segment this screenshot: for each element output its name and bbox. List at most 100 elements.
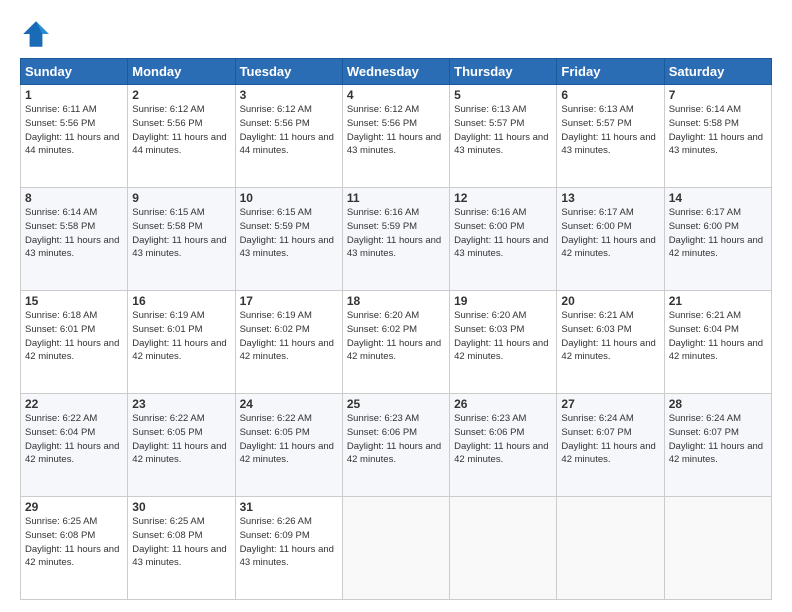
day-info: Sunrise: 6:20 AMSunset: 6:02 PMDaylight:… [347,309,445,364]
calendar-cell: 4Sunrise: 6:12 AMSunset: 5:56 PMDaylight… [342,85,449,188]
sunset-text: Sunset: 6:06 PM [454,426,552,440]
calendar-cell [450,497,557,600]
calendar-cell: 11Sunrise: 6:16 AMSunset: 5:59 PMDayligh… [342,188,449,291]
sunrise-text: Sunrise: 6:19 AM [240,309,338,323]
day-number: 1 [25,88,123,102]
calendar-cell: 29Sunrise: 6:25 AMSunset: 6:08 PMDayligh… [21,497,128,600]
day-number: 3 [240,88,338,102]
daylight-text: Daylight: 11 hours and 42 minutes. [561,234,659,262]
sunrise-text: Sunrise: 6:21 AM [561,309,659,323]
sunrise-text: Sunrise: 6:11 AM [25,103,123,117]
sunset-text: Sunset: 6:03 PM [454,323,552,337]
calendar-cell: 7Sunrise: 6:14 AMSunset: 5:58 PMDaylight… [664,85,771,188]
day-info: Sunrise: 6:22 AMSunset: 6:04 PMDaylight:… [25,412,123,467]
day-info: Sunrise: 6:21 AMSunset: 6:03 PMDaylight:… [561,309,659,364]
day-number: 10 [240,191,338,205]
sunrise-text: Sunrise: 6:16 AM [454,206,552,220]
daylight-text: Daylight: 11 hours and 42 minutes. [25,543,123,571]
daylight-text: Daylight: 11 hours and 42 minutes. [669,234,767,262]
sunrise-text: Sunrise: 6:25 AM [25,515,123,529]
daylight-text: Daylight: 11 hours and 42 minutes. [561,337,659,365]
day-info: Sunrise: 6:20 AMSunset: 6:03 PMDaylight:… [454,309,552,364]
daylight-text: Daylight: 11 hours and 43 minutes. [454,234,552,262]
calendar-cell: 14Sunrise: 6:17 AMSunset: 6:00 PMDayligh… [664,188,771,291]
calendar-cell: 9Sunrise: 6:15 AMSunset: 5:58 PMDaylight… [128,188,235,291]
sunset-text: Sunset: 6:00 PM [669,220,767,234]
calendar-cell: 27Sunrise: 6:24 AMSunset: 6:07 PMDayligh… [557,394,664,497]
day-info: Sunrise: 6:24 AMSunset: 6:07 PMDaylight:… [561,412,659,467]
day-number: 21 [669,294,767,308]
logo-icon [20,18,52,50]
day-number: 16 [132,294,230,308]
sunrise-text: Sunrise: 6:22 AM [240,412,338,426]
sunrise-text: Sunrise: 6:24 AM [561,412,659,426]
calendar-cell: 5Sunrise: 6:13 AMSunset: 5:57 PMDaylight… [450,85,557,188]
day-number: 6 [561,88,659,102]
daylight-text: Daylight: 11 hours and 42 minutes. [347,440,445,468]
day-info: Sunrise: 6:14 AMSunset: 5:58 PMDaylight:… [25,206,123,261]
day-header-wednesday: Wednesday [342,59,449,85]
daylight-text: Daylight: 11 hours and 43 minutes. [240,543,338,571]
sunrise-text: Sunrise: 6:19 AM [132,309,230,323]
sunrise-text: Sunrise: 6:23 AM [454,412,552,426]
day-number: 29 [25,500,123,514]
sunrise-text: Sunrise: 6:12 AM [132,103,230,117]
calendar-cell: 2Sunrise: 6:12 AMSunset: 5:56 PMDaylight… [128,85,235,188]
sunrise-text: Sunrise: 6:13 AM [561,103,659,117]
sunset-text: Sunset: 5:58 PM [25,220,123,234]
daylight-text: Daylight: 11 hours and 43 minutes. [347,234,445,262]
daylight-text: Daylight: 11 hours and 43 minutes. [454,131,552,159]
day-info: Sunrise: 6:13 AMSunset: 5:57 PMDaylight:… [561,103,659,158]
daylight-text: Daylight: 11 hours and 42 minutes. [454,440,552,468]
calendar-cell [342,497,449,600]
calendar-cell: 24Sunrise: 6:22 AMSunset: 6:05 PMDayligh… [235,394,342,497]
calendar-cell: 21Sunrise: 6:21 AMSunset: 6:04 PMDayligh… [664,291,771,394]
day-header-monday: Monday [128,59,235,85]
calendar-row: 8Sunrise: 6:14 AMSunset: 5:58 PMDaylight… [21,188,772,291]
day-info: Sunrise: 6:16 AMSunset: 5:59 PMDaylight:… [347,206,445,261]
day-info: Sunrise: 6:19 AMSunset: 6:02 PMDaylight:… [240,309,338,364]
day-info: Sunrise: 6:23 AMSunset: 6:06 PMDaylight:… [454,412,552,467]
calendar-cell: 28Sunrise: 6:24 AMSunset: 6:07 PMDayligh… [664,394,771,497]
day-number: 23 [132,397,230,411]
day-number: 18 [347,294,445,308]
daylight-text: Daylight: 11 hours and 42 minutes. [669,440,767,468]
daylight-text: Daylight: 11 hours and 42 minutes. [561,440,659,468]
day-number: 17 [240,294,338,308]
daylight-text: Daylight: 11 hours and 43 minutes. [669,131,767,159]
sunrise-text: Sunrise: 6:12 AM [240,103,338,117]
calendar-cell: 22Sunrise: 6:22 AMSunset: 6:04 PMDayligh… [21,394,128,497]
calendar-cell: 1Sunrise: 6:11 AMSunset: 5:56 PMDaylight… [21,85,128,188]
daylight-text: Daylight: 11 hours and 43 minutes. [132,234,230,262]
day-number: 15 [25,294,123,308]
day-info: Sunrise: 6:17 AMSunset: 6:00 PMDaylight:… [561,206,659,261]
sunset-text: Sunset: 5:56 PM [240,117,338,131]
sunset-text: Sunset: 5:56 PM [132,117,230,131]
calendar-cell: 20Sunrise: 6:21 AMSunset: 6:03 PMDayligh… [557,291,664,394]
sunrise-text: Sunrise: 6:12 AM [347,103,445,117]
sunset-text: Sunset: 6:01 PM [25,323,123,337]
day-info: Sunrise: 6:19 AMSunset: 6:01 PMDaylight:… [132,309,230,364]
day-number: 28 [669,397,767,411]
sunrise-text: Sunrise: 6:15 AM [240,206,338,220]
sunset-text: Sunset: 6:07 PM [669,426,767,440]
sunset-text: Sunset: 6:08 PM [132,529,230,543]
daylight-text: Daylight: 11 hours and 42 minutes. [25,337,123,365]
sunrise-text: Sunrise: 6:26 AM [240,515,338,529]
calendar-cell: 31Sunrise: 6:26 AMSunset: 6:09 PMDayligh… [235,497,342,600]
sunrise-text: Sunrise: 6:21 AM [669,309,767,323]
sunset-text: Sunset: 6:05 PM [132,426,230,440]
calendar-cell: 26Sunrise: 6:23 AMSunset: 6:06 PMDayligh… [450,394,557,497]
day-number: 2 [132,88,230,102]
day-info: Sunrise: 6:15 AMSunset: 5:59 PMDaylight:… [240,206,338,261]
daylight-text: Daylight: 11 hours and 42 minutes. [132,440,230,468]
sunset-text: Sunset: 6:04 PM [669,323,767,337]
daylight-text: Daylight: 11 hours and 42 minutes. [669,337,767,365]
daylight-text: Daylight: 11 hours and 44 minutes. [240,131,338,159]
sunrise-text: Sunrise: 6:20 AM [347,309,445,323]
day-number: 25 [347,397,445,411]
day-header-tuesday: Tuesday [235,59,342,85]
day-info: Sunrise: 6:11 AMSunset: 5:56 PMDaylight:… [25,103,123,158]
day-info: Sunrise: 6:22 AMSunset: 6:05 PMDaylight:… [132,412,230,467]
calendar-cell: 15Sunrise: 6:18 AMSunset: 6:01 PMDayligh… [21,291,128,394]
